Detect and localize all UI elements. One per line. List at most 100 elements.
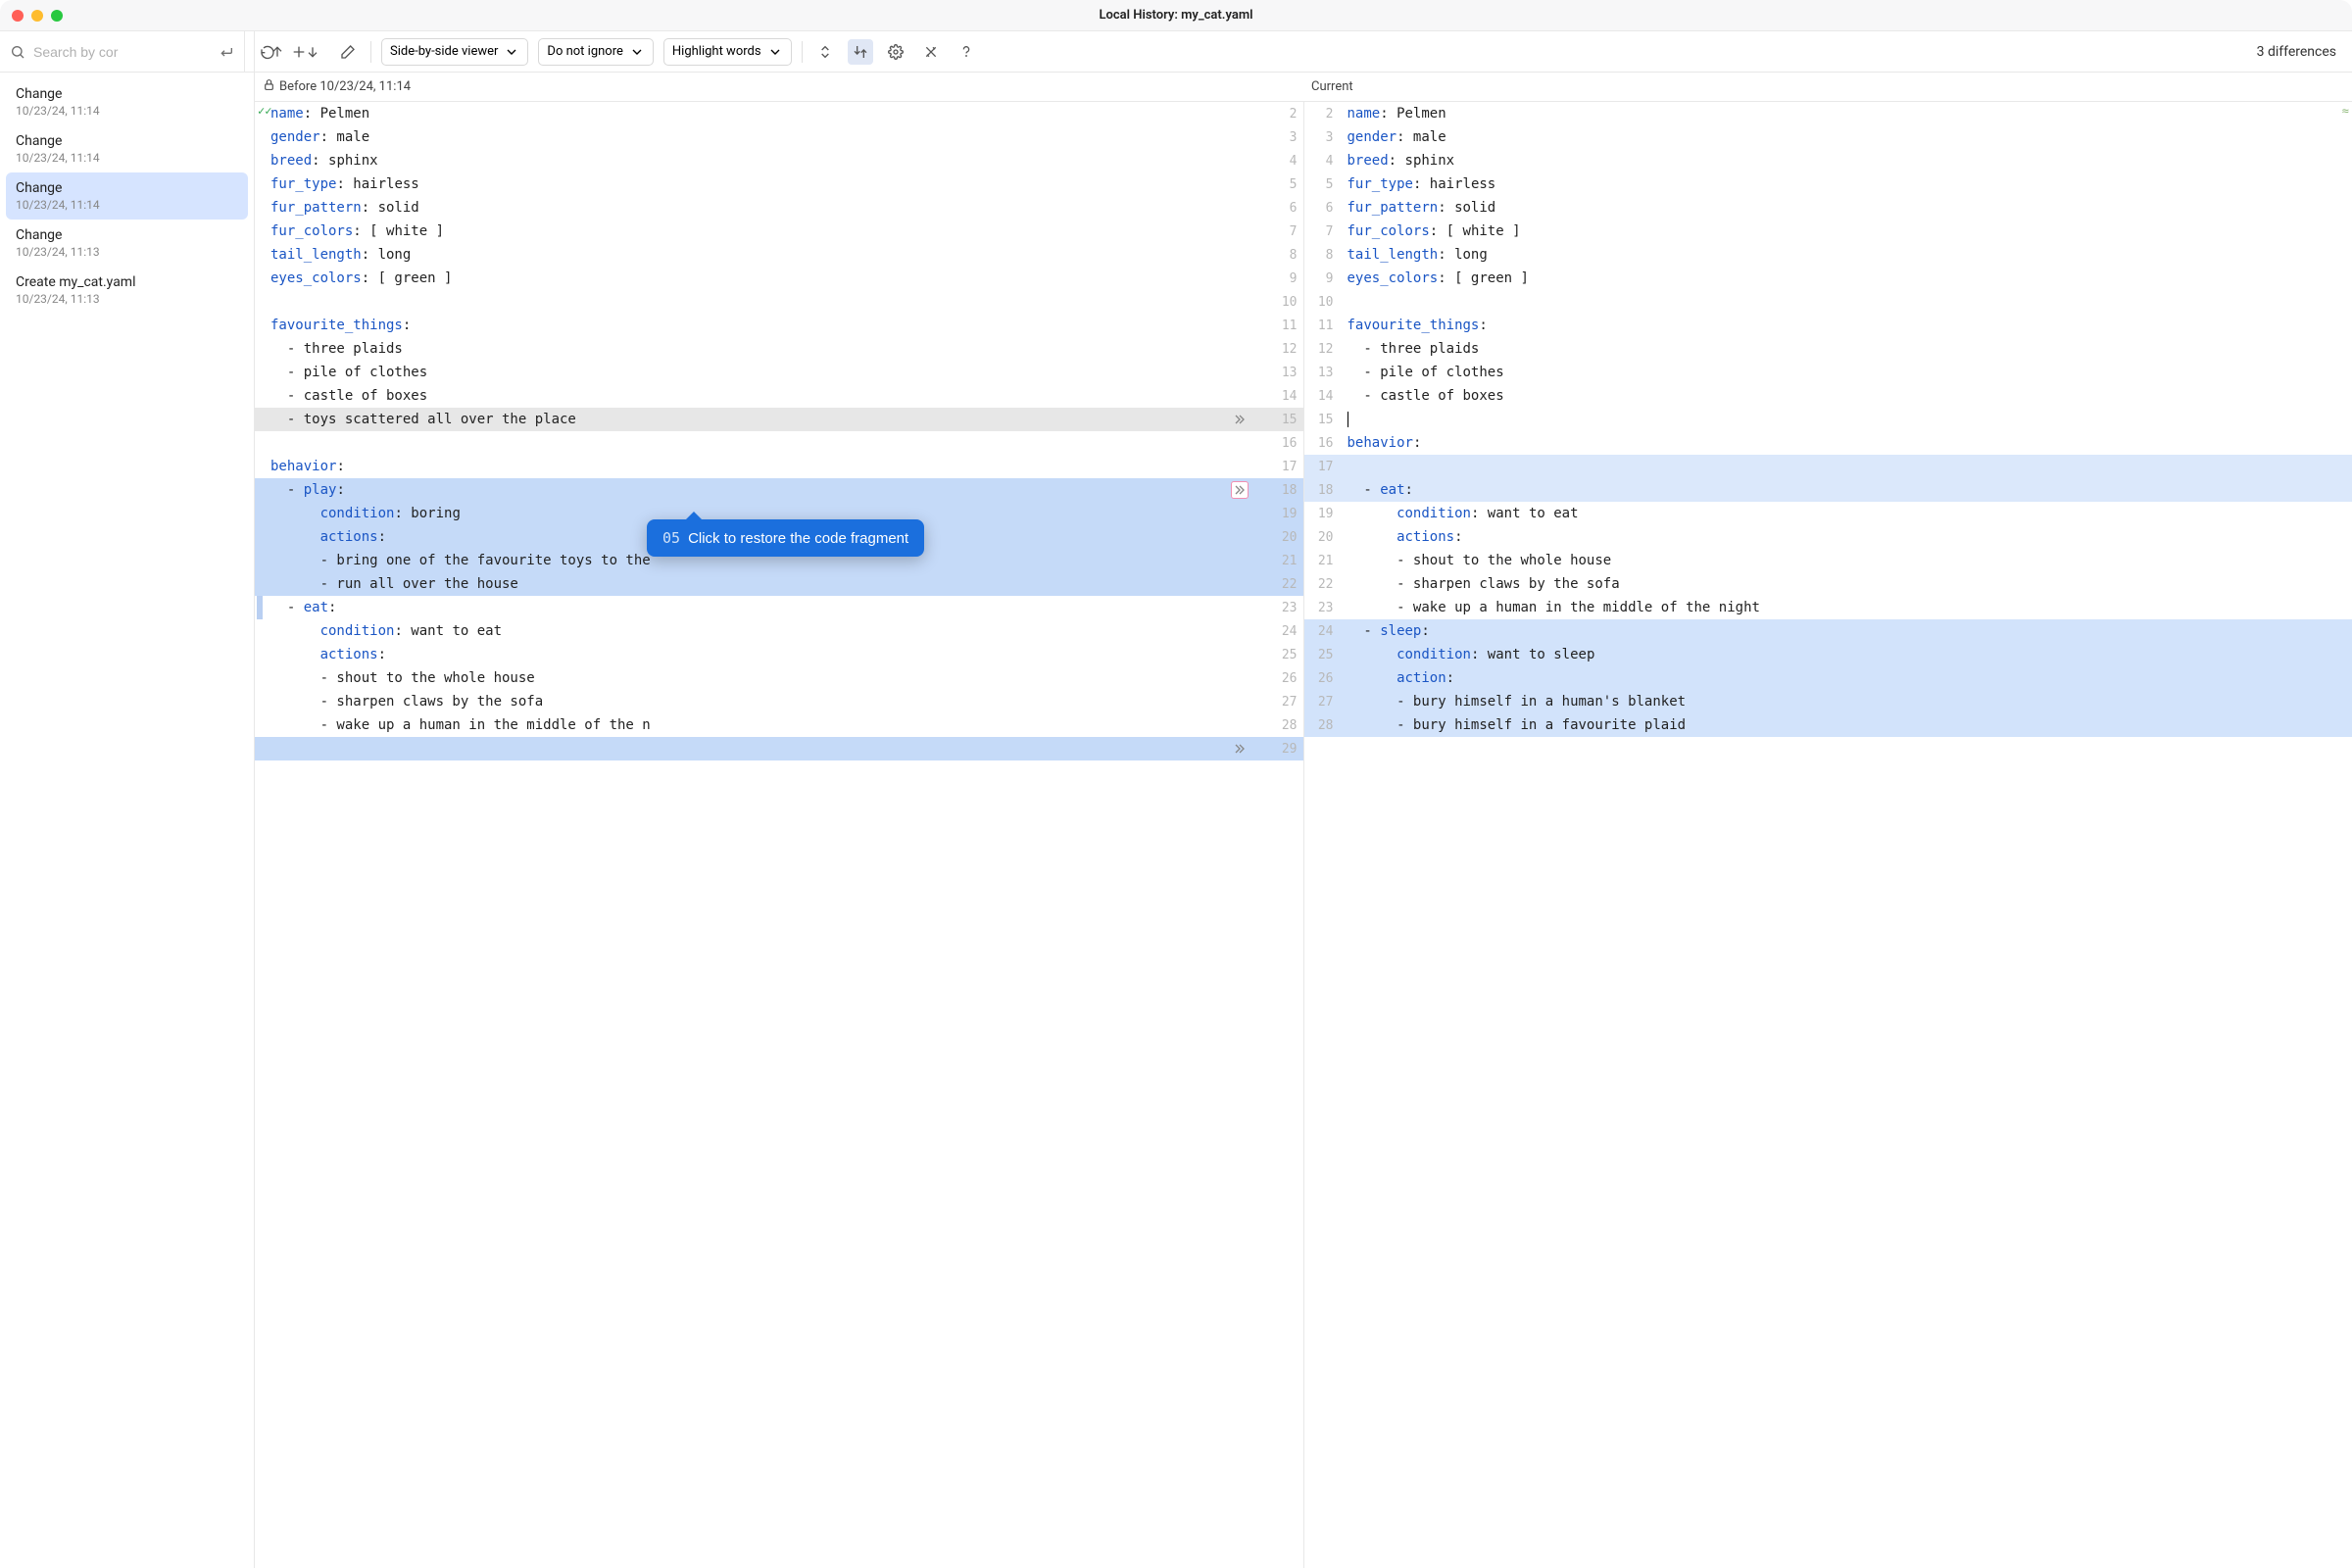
- code-line[interactable]: tail_length: long8: [255, 243, 1303, 267]
- code-line[interactable]: - castle of boxes14: [255, 384, 1303, 408]
- code-line[interactable]: 12 - three plaids: [1304, 337, 2352, 361]
- code-line[interactable]: - pile of clothes13: [255, 361, 1303, 384]
- line-number: 12: [1252, 342, 1303, 357]
- code-line[interactable]: eyes_colors: [ green ]9: [255, 267, 1303, 290]
- sync-scroll-button[interactable]: [848, 39, 873, 65]
- line-number: 24: [1252, 624, 1303, 639]
- history-list: Change10/23/24, 11:14Change10/23/24, 11:…: [0, 73, 254, 1568]
- code-line[interactable]: 3gender: male: [1304, 125, 2352, 149]
- history-item[interactable]: Create my_cat.yaml10/23/24, 11:13: [6, 267, 248, 314]
- code-line[interactable]: - toys scattered all over the place15: [255, 408, 1303, 431]
- line-number: 25: [1304, 648, 1340, 662]
- code-line[interactable]: - wake up a human in the middle of the n…: [255, 713, 1303, 737]
- code-line[interactable]: fur_pattern: solid6: [255, 196, 1303, 220]
- code-line[interactable]: condition: want to eat24: [255, 619, 1303, 643]
- window-close-button[interactable]: [12, 10, 24, 22]
- ignore-mode-dropdown[interactable]: Do not ignore: [538, 38, 653, 66]
- code-line[interactable]: 9eyes_colors: [ green ]: [1304, 267, 2352, 290]
- code-line[interactable]: - run all over the house22: [255, 572, 1303, 596]
- window-zoom-button[interactable]: [51, 10, 63, 22]
- history-item[interactable]: Change 10/23/24, 11:14: [6, 125, 248, 172]
- history-item-title: Change: [16, 180, 238, 196]
- next-diff-button[interactable]: [300, 39, 325, 65]
- restore-tooltip[interactable]: 05 Click to restore the code fragment: [647, 519, 924, 557]
- code-line[interactable]: 24 - sleep:: [1304, 619, 2352, 643]
- code-line[interactable]: - play:18: [255, 478, 1303, 502]
- edit-button[interactable]: [335, 39, 361, 65]
- code-line[interactable]: 7fur_colors: [ white ]: [1304, 220, 2352, 243]
- code-line[interactable]: name: Pelmen2: [255, 102, 1303, 125]
- window-minimize-button[interactable]: [31, 10, 43, 22]
- settings-button[interactable]: [883, 39, 908, 65]
- history-item[interactable]: Change10/23/24, 11:14: [6, 172, 248, 220]
- prev-diff-button[interactable]: [265, 39, 290, 65]
- code-line[interactable]: 8tail_length: long: [1304, 243, 2352, 267]
- left-pane[interactable]: ✓✓ name: Pelmen2gender: male3breed: sphi…: [255, 102, 1303, 1568]
- code-line[interactable]: 16: [255, 431, 1303, 455]
- code-line[interactable]: 6fur_pattern: solid: [1304, 196, 2352, 220]
- right-pane[interactable]: ≈ 2name: Pelmen3gender: male4breed: sphi…: [1303, 102, 2352, 1568]
- code-line[interactable]: 14 - castle of boxes: [1304, 384, 2352, 408]
- line-number: 11: [1304, 318, 1340, 333]
- code-line[interactable]: - sharpen claws by the sofa27: [255, 690, 1303, 713]
- collapse-unchanged-button[interactable]: [812, 39, 838, 65]
- code-line[interactable]: 15: [1304, 408, 2352, 431]
- code-line[interactable]: breed: sphinx4: [255, 149, 1303, 172]
- line-number: 5: [1252, 177, 1303, 192]
- code-line[interactable]: 26 action:: [1304, 666, 2352, 690]
- code-line[interactable]: 11favourite_things:: [1304, 314, 2352, 337]
- line-number: 13: [1304, 366, 1340, 380]
- code-line[interactable]: 17: [1304, 455, 2352, 478]
- search-box[interactable]: [0, 31, 245, 72]
- code-line[interactable]: 10: [255, 290, 1303, 314]
- code-line[interactable]: 28 - bury himself in a favourite plaid: [1304, 713, 2352, 737]
- code-line[interactable]: 13 - pile of clothes: [1304, 361, 2352, 384]
- line-number: 19: [1252, 507, 1303, 521]
- line-number: 5: [1304, 177, 1340, 192]
- apply-chunk-icon[interactable]: [1231, 740, 1249, 758]
- code-line[interactable]: 4breed: sphinx: [1304, 149, 2352, 172]
- history-item-title: Change: [16, 133, 238, 149]
- highlight-mode-dropdown[interactable]: Highlight words: [663, 38, 792, 66]
- code-line[interactable]: 16behavior:: [1304, 431, 2352, 455]
- code-line[interactable]: 22 - sharpen claws by the sofa: [1304, 572, 2352, 596]
- line-number: 22: [1252, 577, 1303, 592]
- code-line[interactable]: gender: male3: [255, 125, 1303, 149]
- line-number: 21: [1252, 554, 1303, 568]
- code-line[interactable]: - eat:23: [255, 596, 1303, 619]
- viewer-mode-dropdown[interactable]: Side-by-side viewer: [381, 38, 528, 66]
- code-line[interactable]: 5fur_type: hairless: [1304, 172, 2352, 196]
- code-line[interactable]: 18 - eat:: [1304, 478, 2352, 502]
- code-line[interactable]: actions:25: [255, 643, 1303, 666]
- code-line[interactable]: favourite_things:11: [255, 314, 1303, 337]
- code-line[interactable]: 19 condition: want to eat: [1304, 502, 2352, 525]
- code-line[interactable]: 2name: Pelmen: [1304, 102, 2352, 125]
- tools-button[interactable]: [918, 39, 944, 65]
- code-line[interactable]: 20 actions:: [1304, 525, 2352, 549]
- search-input[interactable]: [33, 44, 211, 60]
- history-item-date: 10/23/24, 11:14: [16, 151, 238, 165]
- code-line[interactable]: fur_type: hairless5: [255, 172, 1303, 196]
- line-number: 14: [1252, 389, 1303, 404]
- code-line[interactable]: 27 - bury himself in a human's blanket: [1304, 690, 2352, 713]
- code-line[interactable]: 25 condition: want to sleep: [1304, 643, 2352, 666]
- code-line[interactable]: 23 - wake up a human in the middle of th…: [1304, 596, 2352, 619]
- lock-icon: [263, 78, 275, 95]
- history-item-date: 10/23/24, 11:14: [16, 104, 238, 118]
- code-line[interactable]: - three plaids12: [255, 337, 1303, 361]
- line-number: 2: [1252, 107, 1303, 122]
- history-item[interactable]: Change10/23/24, 11:13: [6, 220, 248, 267]
- code-line[interactable]: behavior:17: [255, 455, 1303, 478]
- apply-chunk-icon[interactable]: [1231, 411, 1249, 428]
- code-line[interactable]: - shout to the whole house26: [255, 666, 1303, 690]
- history-item-title: Change: [16, 227, 238, 243]
- apply-chunk-icon[interactable]: [1231, 481, 1249, 499]
- code-line[interactable]: fur_colors: [ white ]7: [255, 220, 1303, 243]
- code-line[interactable]: 10: [1304, 290, 2352, 314]
- history-sidebar: Change10/23/24, 11:14Change10/23/24, 11:…: [0, 31, 255, 1568]
- line-number: 23: [1304, 601, 1340, 615]
- history-item[interactable]: Change10/23/24, 11:14: [6, 78, 248, 125]
- code-line[interactable]: 29: [255, 737, 1303, 760]
- help-button[interactable]: [954, 39, 979, 65]
- code-line[interactable]: 21 - shout to the whole house: [1304, 549, 2352, 572]
